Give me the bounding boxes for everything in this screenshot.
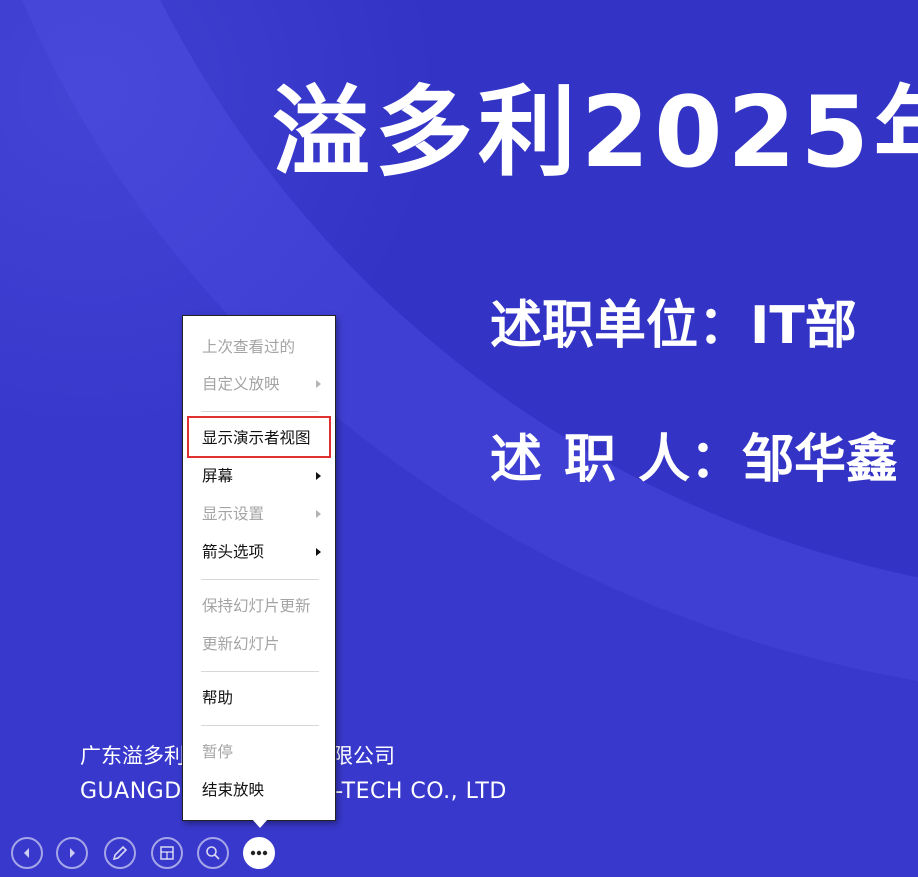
menu-item-custom-show[interactable]: 自定义放映	[183, 369, 335, 399]
previous-icon	[24, 848, 29, 858]
slides-grid-icon	[160, 846, 174, 860]
submenu-arrow-icon	[316, 548, 321, 556]
menu-item-end-show[interactable]: 结束放映	[183, 775, 335, 805]
pen-tool-button[interactable]	[104, 837, 136, 869]
menu-item-arrow-options[interactable]: 箭头选项	[183, 537, 335, 567]
submenu-arrow-icon	[316, 472, 321, 480]
menu-item-display-settings[interactable]: 显示设置	[183, 499, 335, 529]
menu-separator	[201, 579, 319, 580]
more-options-icon	[250, 850, 268, 856]
menu-pointer	[252, 819, 268, 828]
slide-title: 溢多利2025年	[272, 76, 918, 190]
menu-separator	[201, 671, 319, 672]
slideshow-view: 溢多利2025年 述职单位：IT部 述职人：邹华鑫 广东溢多利生物科技股份有限公…	[0, 0, 918, 877]
see-all-slides-button[interactable]	[151, 837, 183, 869]
menu-item-screen[interactable]: 屏幕	[183, 461, 335, 491]
menu-item-keep-slides-updated[interactable]: 保持幻灯片更新	[183, 591, 335, 621]
next-icon	[70, 848, 75, 858]
menu-item-pause[interactable]: 暂停	[183, 737, 335, 767]
zoom-button[interactable]	[197, 837, 229, 869]
menu-item-last-viewed[interactable]: 上次查看过的	[183, 332, 335, 362]
menu-separator	[201, 725, 319, 726]
report-unit-line: 述职单位：IT部	[490, 296, 857, 356]
submenu-arrow-icon	[316, 510, 321, 518]
menu-item-help[interactable]: 帮助	[183, 683, 335, 713]
next-slide-button[interactable]	[56, 837, 88, 869]
slideshow-context-menu: 上次查看过的 自定义放映 显示演示者视图 屏幕 显示设置 箭头选项 保持幻灯片更…	[182, 315, 336, 821]
reporter-line: 述职人：邹华鑫	[490, 430, 898, 490]
more-options-button[interactable]	[243, 837, 275, 869]
menu-separator	[201, 411, 319, 412]
submenu-arrow-icon	[316, 380, 321, 388]
reporter-name: 邹华鑫	[742, 430, 899, 490]
menu-item-presenter-view[interactable]: 显示演示者视图	[183, 423, 335, 453]
previous-slide-button[interactable]	[11, 837, 43, 869]
reporter-label-char: 述	[490, 430, 543, 490]
reporter-label-char: 职	[564, 430, 617, 490]
reporter-label-char: 人：	[638, 430, 743, 490]
pen-icon	[112, 845, 128, 861]
zoom-icon	[206, 846, 220, 860]
menu-item-update-slides[interactable]: 更新幻灯片	[183, 629, 335, 659]
